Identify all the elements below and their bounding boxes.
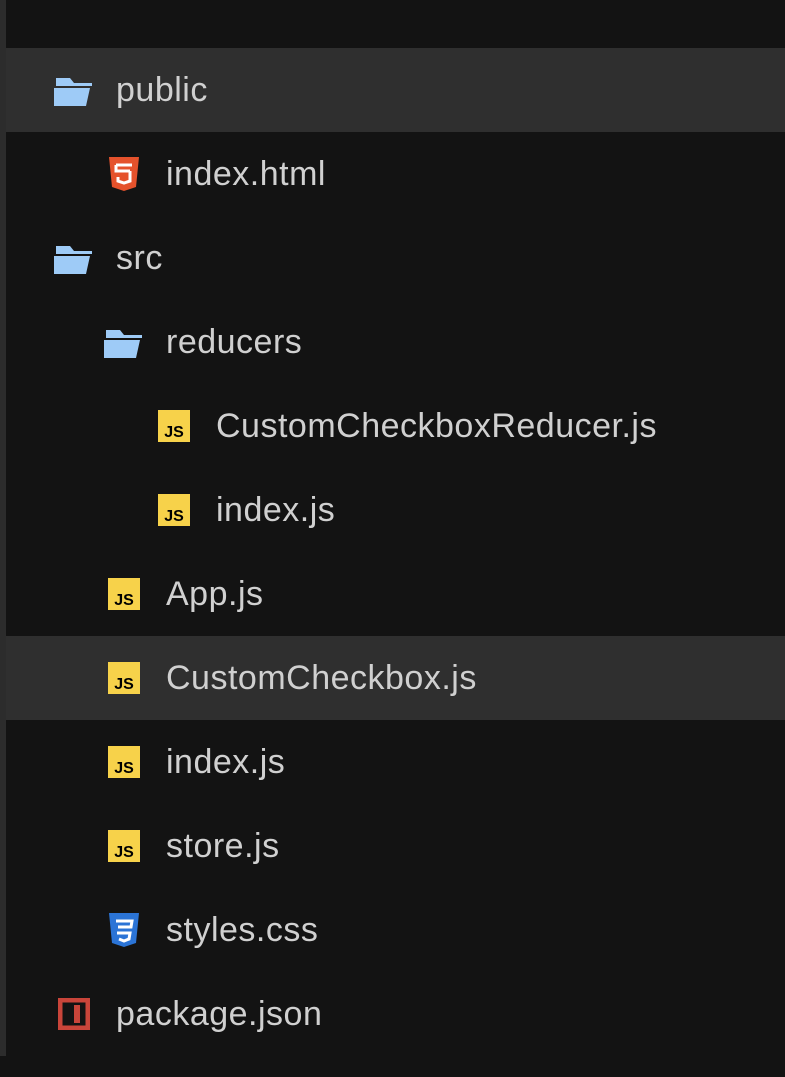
tree-item-label: public [116, 71, 208, 110]
html-file-icon [104, 154, 144, 194]
tree-file-reducers-index[interactable]: JS index.js [6, 468, 785, 552]
tree-file-index-html[interactable]: index.html [6, 132, 785, 216]
folder-open-icon [54, 238, 94, 278]
css-file-icon [104, 910, 144, 950]
tree-file-styles-css[interactable]: styles.css [6, 888, 785, 972]
tree-item-label: CustomCheckbox.js [166, 659, 477, 698]
tree-file-app-js[interactable]: JS App.js [6, 552, 785, 636]
tree-file-custom-checkbox-js[interactable]: JS CustomCheckbox.js [6, 636, 785, 720]
js-file-icon: JS [104, 658, 144, 698]
tree-item-label: package.json [116, 995, 322, 1034]
file-explorer-tree: public index.html src reducers [0, 0, 785, 1056]
tree-item-label: App.js [166, 575, 264, 614]
tree-folder-src[interactable]: src [6, 216, 785, 300]
svg-text:JS: JS [114, 760, 134, 777]
folder-open-icon [54, 70, 94, 110]
tree-item-label: index.js [166, 743, 285, 782]
js-file-icon: JS [104, 574, 144, 614]
svg-text:JS: JS [164, 508, 184, 525]
tree-item-label: index.html [166, 155, 326, 194]
tree-item-label: CustomCheckboxReducer.js [216, 407, 657, 446]
folder-open-icon [104, 322, 144, 362]
tree-file-custom-checkbox-reducer[interactable]: JS CustomCheckboxReducer.js [6, 384, 785, 468]
svg-text:JS: JS [114, 592, 134, 609]
js-file-icon: JS [104, 742, 144, 782]
tree-item-label: src [116, 239, 163, 278]
js-file-icon: JS [104, 826, 144, 866]
tree-folder-public[interactable]: public [6, 48, 785, 132]
svg-text:JS: JS [114, 676, 134, 693]
tree-file-store-js[interactable]: JS store.js [6, 804, 785, 888]
tree-item-label: store.js [166, 827, 280, 866]
tree-item-label: styles.css [166, 911, 318, 950]
npm-file-icon [54, 994, 94, 1034]
svg-text:JS: JS [114, 844, 134, 861]
tree-folder-reducers[interactable]: reducers [6, 300, 785, 384]
tree-item-label: index.js [216, 491, 335, 530]
svg-text:JS: JS [164, 424, 184, 441]
tree-item-label: reducers [166, 323, 302, 362]
js-file-icon: JS [154, 490, 194, 530]
js-file-icon: JS [154, 406, 194, 446]
tree-file-src-index[interactable]: JS index.js [6, 720, 785, 804]
tree-file-package-json[interactable]: package.json [6, 972, 785, 1056]
